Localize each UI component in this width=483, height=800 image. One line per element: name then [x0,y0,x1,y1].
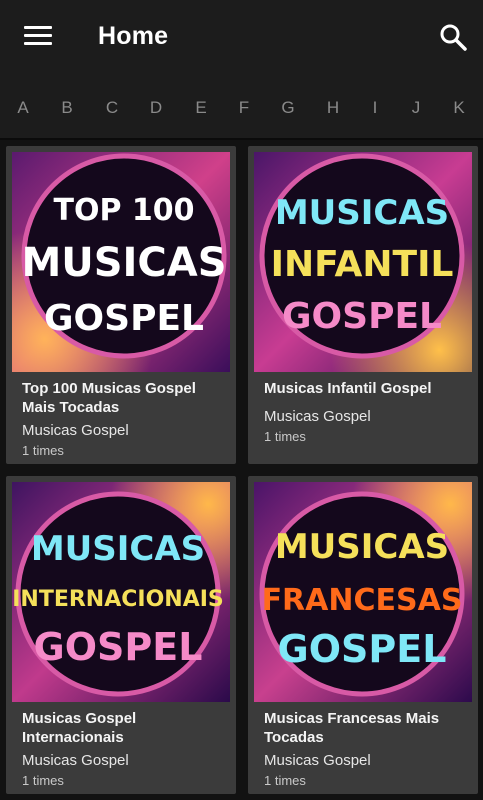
alphabet-letter-b[interactable]: B [55,98,79,118]
cover-line-3: GOSPEL [282,296,442,337]
cover-line-3: GOSPEL [278,627,447,671]
cover-line-1: MUSICAS [275,193,449,233]
playlist-card[interactable]: MUSICAS FRANCESAS GOSPEL Musicas Frances… [248,476,478,794]
alphabet-letter-g[interactable]: G [276,98,300,118]
playlist-card[interactable]: MUSICAS INFANTIL GOSPEL Musicas Infantil… [248,146,478,464]
alphabet-letter-f[interactable]: F [232,98,256,118]
card-subtitle: Musicas Gospel [22,752,129,769]
playlist-grid: TOP 100 MUSICAS GOSPEL Top 100 Musicas G… [0,140,483,800]
alphabet-letter-c[interactable]: C [100,98,124,118]
search-icon[interactable] [438,22,468,52]
cover-line-2: INFANTIL [271,244,454,285]
alphabet-letter-j[interactable]: J [404,98,428,118]
cover-image: MUSICAS INFANTIL GOSPEL [254,152,472,372]
cover-image: MUSICAS FRANCESAS GOSPEL [254,482,472,702]
alphabet-letter-e[interactable]: E [189,98,213,118]
playlist-card[interactable]: MUSICAS INTERNACIONAIS GOSPEL Musicas Go… [6,476,236,794]
card-count: 1 times [22,773,64,788]
alphabet-letter-k[interactable]: K [447,98,471,118]
cover-image: MUSICAS INTERNACIONAIS GOSPEL [12,482,230,702]
alphabet-index-bar: A B C D E F G H I J K [0,76,483,140]
card-subtitle: Musicas Gospel [264,752,371,769]
card-title: Musicas Gospel Internacionais [22,710,137,746]
cover-line-3: GOSPEL [44,298,204,339]
cover-line-2: FRANCESAS [262,583,463,618]
cover-line-2: MUSICAS [21,240,226,286]
cover-image: TOP 100 MUSICAS GOSPEL [12,152,230,372]
card-count: 1 times [264,429,306,444]
card-subtitle: Musicas Gospel [22,422,129,439]
alphabet-letter-h[interactable]: H [321,98,345,118]
card-title: Top 100 Musicas Gospel Mais Tocadas [22,380,196,416]
card-title: Musicas Francesas Mais Tocadas [264,710,440,746]
card-count: 1 times [264,773,306,788]
alphabet-letter-d[interactable]: D [144,98,168,118]
card-count: 1 times [22,443,64,458]
card-title: Musicas Infantil Gospel [264,380,432,397]
cover-line-1: TOP 100 [53,193,194,228]
card-subtitle: Musicas Gospel [264,408,371,425]
cover-line-3: GOSPEL [34,625,203,669]
menu-icon[interactable] [24,26,52,48]
playlist-card[interactable]: TOP 100 MUSICAS GOSPEL Top 100 Musicas G… [6,146,236,464]
app-bar: Home [0,0,483,76]
page-title: Home [98,22,169,50]
cover-line-2: INTERNACIONAIS [12,587,224,612]
cover-line-1: MUSICAS [275,527,449,567]
cover-line-1: MUSICAS [31,529,205,569]
alphabet-letter-a[interactable]: A [11,98,35,118]
alphabet-letter-i[interactable]: I [363,98,387,118]
